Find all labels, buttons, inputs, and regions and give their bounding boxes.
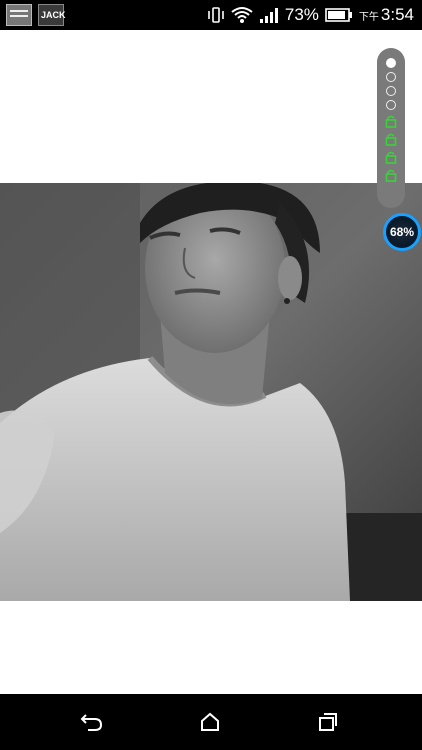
floating-side-panel[interactable]: [377, 48, 405, 208]
boost-percent: 68%: [389, 225, 415, 239]
clock: 3:54: [380, 5, 414, 24]
indicator-dot: [386, 100, 396, 110]
indicator-dot: [386, 86, 396, 96]
signal-icon: [259, 8, 278, 23]
wifi-icon: [231, 7, 253, 23]
home-icon: [201, 712, 219, 731]
time-prefix: 下午: [358, 11, 379, 23]
system-status: 73% 下午 3:54: [207, 5, 414, 25]
image-notification-icon: [6, 4, 32, 26]
content-area: [0, 30, 422, 694]
portrait-photo[interactable]: [0, 183, 422, 601]
app-notification-label: JACK: [41, 10, 66, 20]
lock-icon[interactable]: [384, 168, 398, 182]
vibrate-icon: [208, 7, 224, 23]
lock-icon[interactable]: [384, 150, 398, 164]
back-button[interactable]: [76, 706, 108, 738]
battery-icon: [325, 8, 352, 22]
lock-icon[interactable]: [384, 132, 398, 146]
home-button[interactable]: [194, 706, 226, 738]
recents-button[interactable]: [312, 706, 344, 738]
navigation-bar: [0, 694, 422, 750]
app-notification-icon: JACK: [38, 4, 66, 26]
lock-icon[interactable]: [384, 114, 398, 128]
memory-boost-button[interactable]: 68%: [383, 213, 421, 251]
indicator-dot-active: [386, 58, 396, 68]
battery-percent: 73%: [284, 5, 319, 24]
status-bar: JACK 73% 下午 3:54: [0, 0, 422, 30]
recents-icon: [319, 713, 337, 731]
notification-area: JACK: [6, 4, 66, 26]
back-icon: [80, 714, 103, 731]
indicator-dot: [386, 72, 396, 82]
